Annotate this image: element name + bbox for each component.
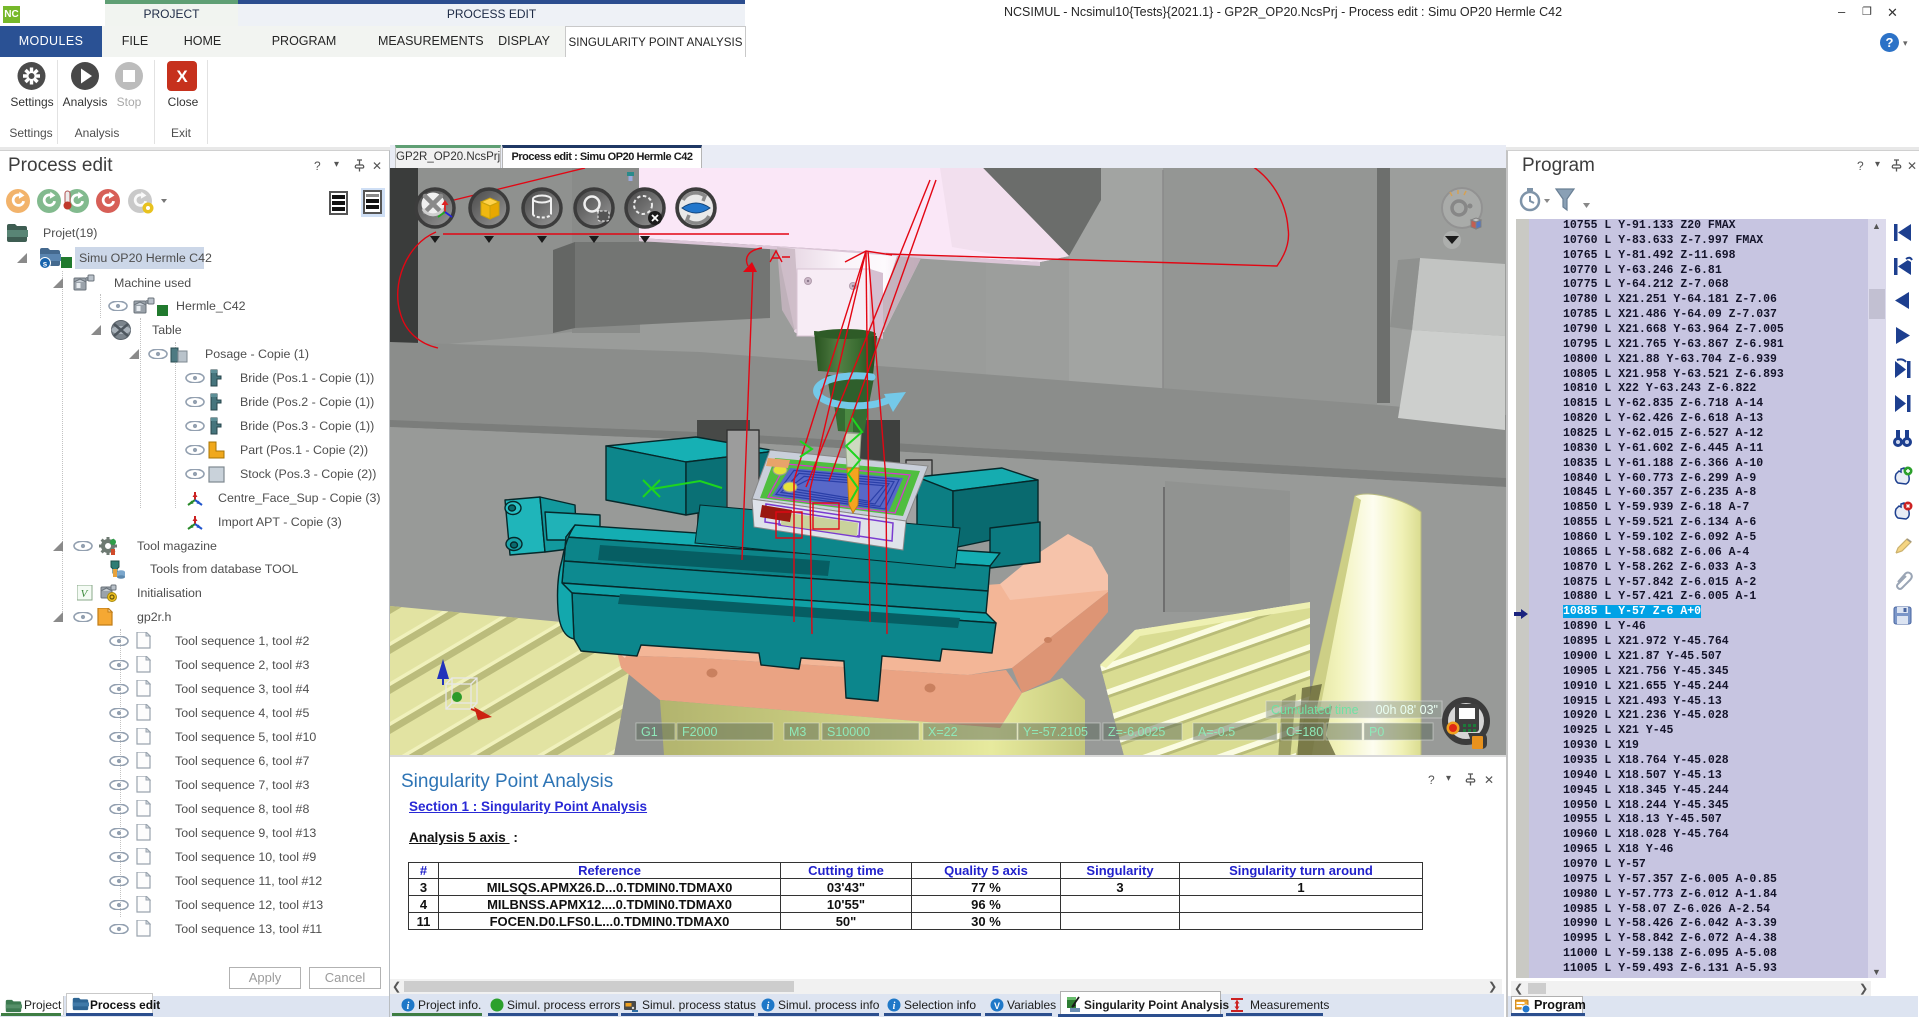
svg-text:00h 08' 03": 00h 08' 03" <box>1376 703 1438 717</box>
svg-text:X=22: X=22 <box>928 725 958 739</box>
svg-text:F2000: F2000 <box>682 725 717 739</box>
svg-text:G1: G1 <box>641 725 658 739</box>
svg-text:S10000: S10000 <box>827 725 870 739</box>
svg-text:i: i <box>893 1001 896 1012</box>
svg-text:P0: P0 <box>1369 725 1384 739</box>
svg-text:X: X <box>176 67 188 86</box>
svg-text:Y=-57.2105: Y=-57.2105 <box>1023 725 1088 739</box>
svg-text:Cumulated time: Cumulated time <box>1271 703 1359 717</box>
svg-text:C=180: C=180 <box>1286 725 1323 739</box>
svg-text:Z=-6.0025: Z=-6.0025 <box>1108 725 1165 739</box>
svg-text:i: i <box>767 1001 770 1012</box>
svg-text:V: V <box>994 1001 1000 1011</box>
svg-text:A=-0.5: A=-0.5 <box>1198 725 1235 739</box>
svg-text:i: i <box>407 1001 410 1012</box>
svg-text:M3: M3 <box>789 725 806 739</box>
